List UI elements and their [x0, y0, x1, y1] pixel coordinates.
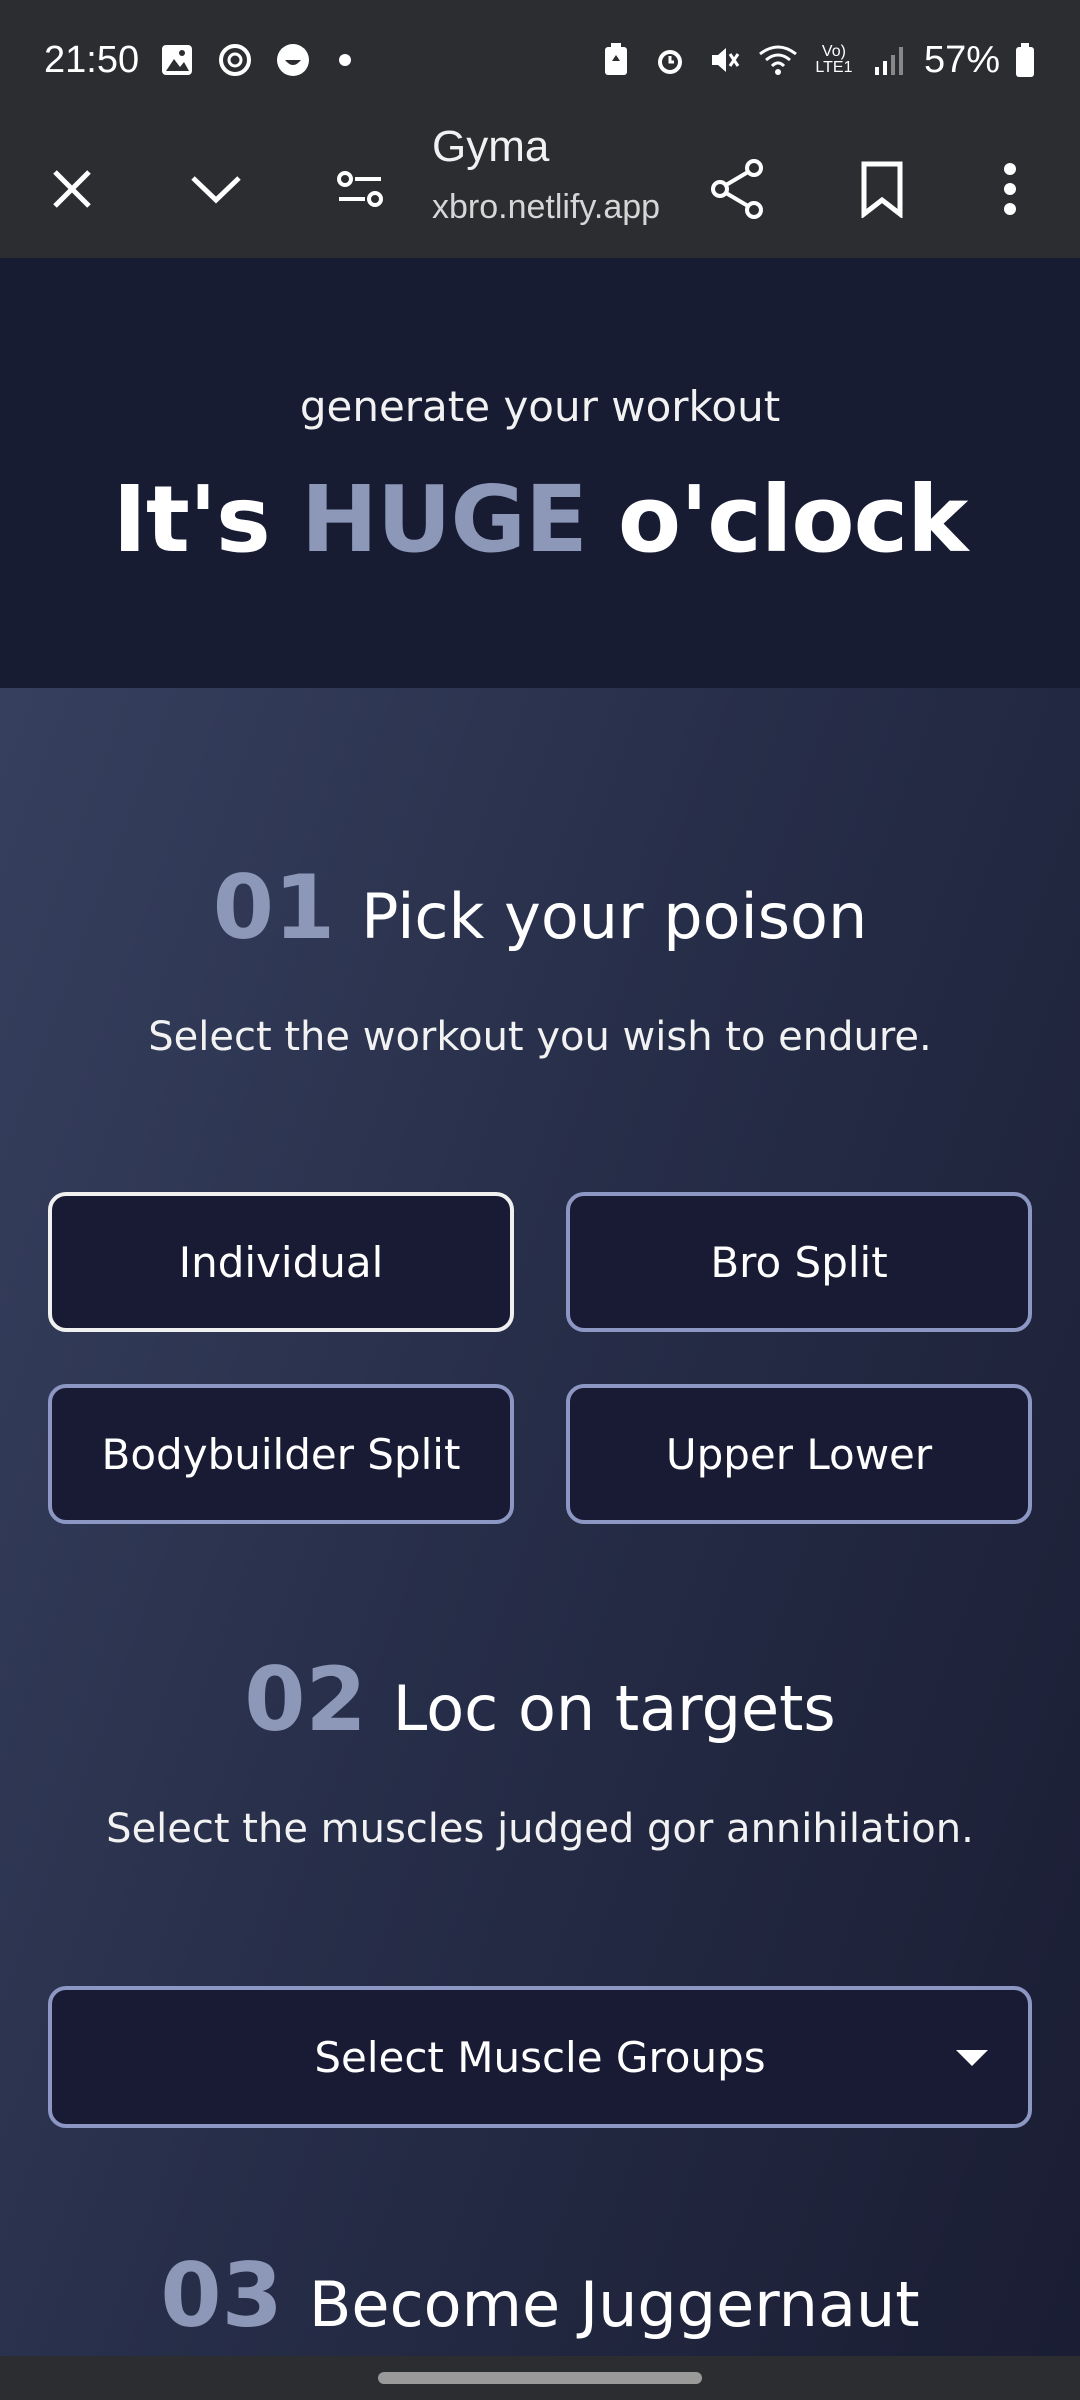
- step-1-description: Select the workout you wish to endure.: [148, 1014, 932, 1060]
- step-3-header: 03 Become Juggernaut: [0, 2244, 1080, 2347]
- caret-down-icon: [956, 2050, 988, 2066]
- chevron-down-icon[interactable]: [176, 149, 256, 229]
- step-1-number: 01: [212, 856, 336, 959]
- hero-section: generate your workout It's HUGE o'clock: [0, 258, 1080, 688]
- step-1-title: Pick your poison: [361, 880, 868, 953]
- page-title: Gyma: [432, 122, 550, 171]
- battery-saver-icon: [596, 40, 636, 80]
- step-2-header: 02 Loc on targets: [0, 1648, 1080, 1751]
- notification-dot: [339, 54, 352, 66]
- hero-subtitle: generate your workout: [299, 382, 781, 431]
- hero-title: It's HUGE o'clock: [0, 466, 1080, 573]
- muscle-groups-select[interactable]: Select Muscle Groups: [48, 1986, 1032, 2128]
- workout-option-upper-lower[interactable]: Upper Lower: [566, 1384, 1032, 1524]
- bookmark-icon[interactable]: [842, 149, 922, 229]
- step-2-description: Select the muscles judged gor annihilati…: [106, 1806, 974, 1852]
- mute-icon: [704, 40, 744, 80]
- step-3-title: Become Juggernaut: [308, 2268, 920, 2341]
- muscle-groups-select-label: Select Muscle Groups: [314, 2032, 766, 2082]
- generator-section: 01 Pick your poison Select the workout y…: [0, 688, 1080, 2356]
- home-gesture-handle[interactable]: [378, 2372, 702, 2384]
- share-icon[interactable]: [698, 149, 778, 229]
- image-icon: [157, 40, 197, 80]
- step-1-header: 01 Pick your poison: [0, 856, 1080, 959]
- workout-option-bro-split[interactable]: Bro Split: [566, 1192, 1032, 1332]
- hero-title-post: o'clock: [586, 466, 968, 573]
- sync-icon: [215, 40, 255, 80]
- gesture-navigation-bar: [0, 2356, 1080, 2400]
- step-3-number: 03: [160, 2244, 283, 2347]
- more-vert-icon[interactable]: [970, 149, 1050, 229]
- signal-icon: [870, 40, 910, 80]
- step-2-number: 02: [244, 1648, 367, 1751]
- battery-percent: 57%: [923, 38, 1000, 81]
- tune-icon[interactable]: [320, 149, 400, 229]
- page-url[interactable]: xbro.netlify.app: [432, 188, 660, 227]
- volte-icon: Vo) LTE1: [815, 43, 853, 76]
- browser-toolbar: Gyma xbro.netlify.app: [0, 120, 1080, 258]
- hero-title-highlight: HUGE: [300, 466, 588, 573]
- clock: 21:50: [44, 38, 140, 81]
- status-bar: 21:50 Vo) LTE1 57%: [0, 0, 1080, 120]
- step-2-title: Loc on targets: [392, 1672, 836, 1745]
- close-icon[interactable]: [32, 149, 112, 229]
- workout-option-bodybuilder-split[interactable]: Bodybuilder Split: [48, 1384, 514, 1524]
- workout-option-individual[interactable]: Individual: [48, 1192, 514, 1332]
- wifi-icon: [758, 40, 798, 80]
- face-icon: [273, 40, 313, 80]
- alarm-icon: [650, 40, 690, 80]
- hero-title-pre: It's: [112, 466, 301, 573]
- battery-icon: [1014, 40, 1036, 80]
